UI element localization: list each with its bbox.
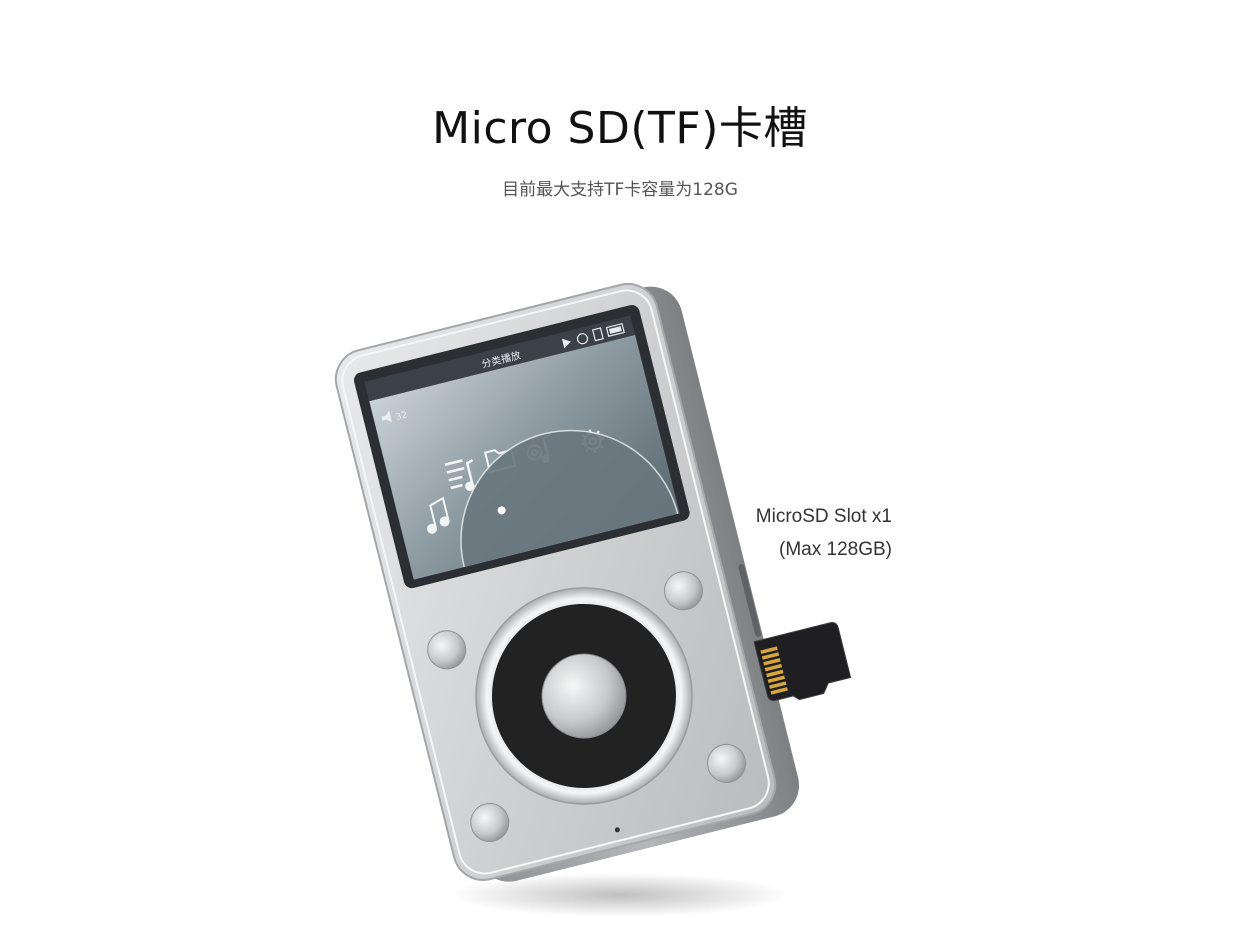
product-illustration: 分类播放 32 (334, 282, 852, 917)
music-player-device: 分类播放 32 (334, 282, 800, 882)
callout-line-2: (Max 128GB) (779, 539, 892, 560)
callout-line-1: MicroSD Slot x1 (755, 506, 892, 527)
microsd-card (753, 622, 852, 702)
microsd-callout: MicroSD Slot x1 (Max 128GB) (700, 500, 892, 566)
